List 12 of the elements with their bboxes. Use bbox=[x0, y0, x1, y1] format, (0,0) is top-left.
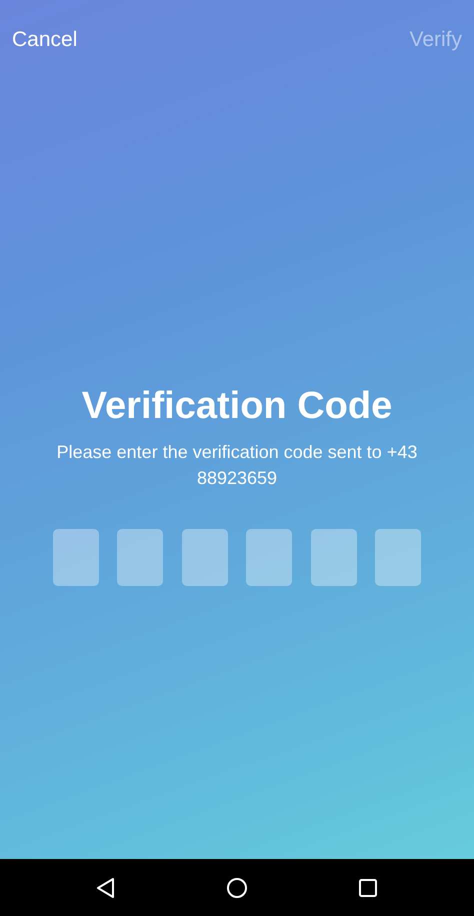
code-digit-field[interactable] bbox=[310, 529, 357, 586]
code-digit-field[interactable] bbox=[182, 529, 228, 586]
page-title: Verification Code bbox=[82, 384, 392, 429]
recents-icon[interactable] bbox=[357, 876, 380, 898]
code-digit-field[interactable] bbox=[375, 529, 422, 586]
cancel-button[interactable]: Cancel bbox=[12, 28, 78, 52]
home-icon[interactable] bbox=[226, 876, 248, 898]
back-icon[interactable] bbox=[94, 876, 117, 898]
code-digit-field[interactable] bbox=[117, 529, 164, 586]
code-digit-field[interactable] bbox=[246, 529, 292, 586]
instruction-text: Please enter the verification code sent to +43 88923659 bbox=[56, 441, 418, 490]
code-digit-field[interactable] bbox=[52, 529, 99, 586]
